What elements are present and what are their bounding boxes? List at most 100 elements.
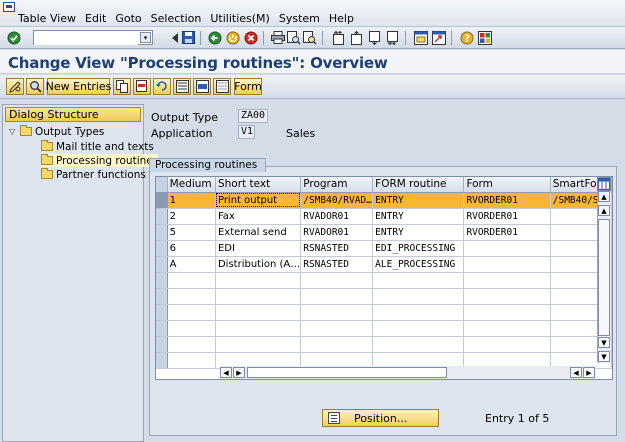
menu-item-system[interactable]: System bbox=[279, 12, 320, 25]
system-menu-icon[interactable] bbox=[3, 2, 15, 12]
cell-program[interactable]: RSNASTED bbox=[300, 240, 374, 257]
table-row[interactable]: 5 External send RVADOR01 ENTRY RVORDER01 bbox=[156, 224, 612, 241]
menu-item-selection[interactable]: Selection bbox=[151, 12, 202, 25]
cell-short-text[interactable] bbox=[215, 304, 302, 321]
column-header-form-routine[interactable]: FORM routine bbox=[372, 177, 465, 193]
row-selector[interactable] bbox=[156, 288, 168, 305]
scroll-down-icon[interactable]: ▼ bbox=[598, 351, 610, 362]
row-selector[interactable] bbox=[156, 224, 168, 241]
cell-form-routine[interactable] bbox=[372, 304, 465, 321]
select-all-rows-cell[interactable] bbox=[156, 177, 168, 193]
cell-short-text[interactable]: Fax bbox=[215, 208, 302, 225]
form-button[interactable]: Form bbox=[234, 78, 262, 95]
table-row[interactable] bbox=[156, 320, 612, 337]
scroll-left-icon[interactable]: ◀ bbox=[220, 367, 232, 378]
layout-menu-icon[interactable] bbox=[477, 30, 492, 45]
command-input[interactable] bbox=[34, 32, 138, 45]
scroll-right-icon[interactable]: ▶ bbox=[583, 367, 595, 378]
cell-program[interactable] bbox=[300, 320, 374, 337]
shortcut-icon[interactable] bbox=[431, 30, 446, 45]
row-selector[interactable] bbox=[156, 320, 168, 337]
cell-form-routine[interactable] bbox=[372, 320, 465, 337]
cell-medium[interactable] bbox=[167, 304, 216, 321]
tree-item-partner-functions[interactable]: Partner functions bbox=[41, 168, 146, 181]
cell-short-text[interactable]: External send bbox=[215, 224, 302, 241]
cell-form[interactable] bbox=[463, 336, 551, 353]
tree-item-output-types[interactable]: ▽ Output Types bbox=[9, 125, 104, 138]
display-change-button[interactable] bbox=[6, 78, 24, 95]
cell-short-text[interactable]: Distribution (A… bbox=[215, 256, 302, 273]
select-all-button[interactable] bbox=[173, 78, 191, 95]
cell-form[interactable] bbox=[463, 320, 551, 337]
command-field[interactable]: ▾ bbox=[33, 30, 153, 45]
position-button[interactable]: Position... bbox=[322, 409, 439, 427]
delete-button[interactable] bbox=[133, 78, 151, 95]
print-icon[interactable] bbox=[270, 30, 285, 45]
cell-medium[interactable] bbox=[167, 336, 216, 353]
cell-form-routine[interactable] bbox=[372, 272, 465, 289]
table-row[interactable]: 1 Print output/SMB40/RVAD… ENTRY RVORDER01/… bbox=[156, 192, 612, 209]
cell-medium[interactable]: 2 bbox=[167, 208, 216, 225]
cell-medium[interactable] bbox=[167, 288, 216, 305]
table-row[interactable] bbox=[156, 288, 612, 305]
table-row[interactable] bbox=[156, 272, 612, 289]
undo-change-button[interactable] bbox=[153, 78, 171, 95]
cell-program[interactable] bbox=[300, 272, 374, 289]
back-icon[interactable] bbox=[207, 30, 222, 45]
cell-medium[interactable]: 1 bbox=[167, 192, 216, 209]
cell-form[interactable] bbox=[463, 256, 551, 273]
menu-item-help[interactable]: Help bbox=[329, 12, 354, 25]
cell-medium[interactable]: 6 bbox=[167, 240, 216, 257]
previous-page-icon[interactable] bbox=[349, 30, 364, 45]
tree-expand-icon[interactable]: ▽ bbox=[9, 127, 17, 136]
column-header-medium[interactable]: Medium bbox=[167, 177, 216, 193]
cell-medium[interactable] bbox=[167, 272, 216, 289]
cell-program[interactable]: RSNASTED bbox=[300, 256, 374, 273]
scroll-up-icon[interactable]: ▲ bbox=[598, 191, 610, 202]
cell-form-routine[interactable]: ALE_PROCESSING bbox=[372, 256, 465, 273]
cell-form-routine[interactable]: ENTRY bbox=[372, 224, 465, 241]
cell-short-text[interactable] bbox=[215, 336, 302, 353]
scroll-up-icon[interactable]: ▲ bbox=[598, 205, 610, 216]
cell-form[interactable] bbox=[463, 272, 551, 289]
cell-program[interactable]: RVADOR01 bbox=[300, 208, 374, 225]
deselect-all-button[interactable] bbox=[213, 78, 231, 95]
table-row[interactable] bbox=[156, 304, 612, 321]
find-icon[interactable] bbox=[286, 30, 301, 45]
find-next-icon[interactable] bbox=[302, 30, 317, 45]
cell-form-routine[interactable]: ENTRY bbox=[372, 208, 465, 225]
cell-form-routine[interactable] bbox=[372, 336, 465, 353]
column-header-form[interactable]: Form bbox=[463, 177, 551, 193]
cell-short-text[interactable]: EDI bbox=[215, 240, 302, 257]
tree-item-mail-title-and-texts[interactable]: Mail title and texts bbox=[41, 140, 154, 153]
horizontal-scrollbar[interactable]: ◀ ▶ ◀ ▶ bbox=[220, 366, 596, 379]
tree-item-processing-routines[interactable]: Processing routines bbox=[41, 154, 159, 167]
row-selector[interactable] bbox=[156, 304, 168, 321]
first-page-icon[interactable] bbox=[331, 30, 346, 45]
row-selector[interactable] bbox=[156, 272, 168, 289]
select-block-button[interactable] bbox=[193, 78, 211, 95]
cell-form-routine[interactable] bbox=[372, 288, 465, 305]
scroll-right-icon[interactable]: ▶ bbox=[233, 367, 245, 378]
row-selector[interactable] bbox=[156, 336, 168, 353]
chevron-down-icon[interactable]: ▾ bbox=[140, 32, 151, 43]
row-selector[interactable] bbox=[156, 192, 168, 209]
menu-item-edit[interactable]: Edit bbox=[85, 12, 106, 25]
table-row[interactable]: 2 Fax RVADOR01 ENTRY RVORDER01 bbox=[156, 208, 612, 225]
history-left-icon[interactable] bbox=[167, 30, 182, 45]
cell-form-routine[interactable]: ENTRY bbox=[372, 192, 465, 209]
new-session-icon[interactable] bbox=[413, 30, 428, 45]
row-selector[interactable] bbox=[156, 240, 168, 257]
other-view-button[interactable] bbox=[26, 78, 44, 95]
scrollbar-thumb[interactable] bbox=[598, 219, 610, 336]
menu-item-table-view[interactable]: Table View bbox=[18, 12, 76, 25]
cell-short-text[interactable]: Print output bbox=[215, 192, 302, 209]
scroll-left-icon[interactable]: ◀ bbox=[570, 367, 582, 378]
cell-form-routine[interactable]: EDI_PROCESSING bbox=[372, 240, 465, 257]
cell-program[interactable] bbox=[300, 336, 374, 353]
cell-short-text[interactable] bbox=[215, 288, 302, 305]
cancel-icon[interactable] bbox=[243, 30, 258, 45]
cell-medium[interactable]: A bbox=[167, 256, 216, 273]
scrollbar-thumb[interactable] bbox=[247, 367, 447, 378]
cell-program[interactable]: RVADOR01 bbox=[300, 224, 374, 241]
